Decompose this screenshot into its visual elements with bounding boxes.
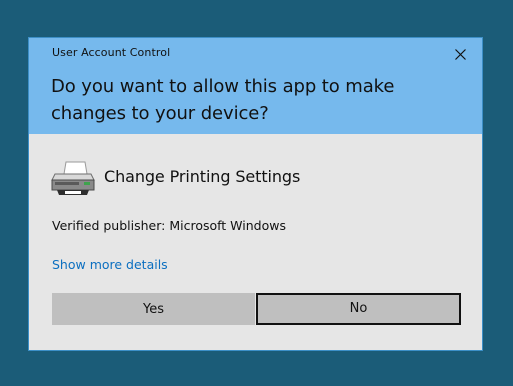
dialog-caption: User Account Control	[52, 46, 171, 59]
show-more-details-link[interactable]: Show more details	[52, 257, 168, 272]
app-info: Change Printing Settings	[51, 160, 451, 196]
printer-icon	[51, 161, 95, 195]
yes-button[interactable]: Yes	[52, 293, 255, 325]
dialog-question: Do you want to allow this app to make ch…	[51, 76, 395, 124]
no-button[interactable]: No	[256, 293, 461, 325]
close-button[interactable]	[446, 42, 474, 66]
app-name: Change Printing Settings	[104, 167, 301, 186]
close-icon	[455, 49, 466, 60]
uac-dialog: User Account Control Do you want to allo…	[29, 38, 482, 350]
publisher-label: Verified publisher: Microsoft Windows	[52, 218, 286, 233]
dialog-header: User Account Control Do you want to allo…	[29, 38, 482, 134]
